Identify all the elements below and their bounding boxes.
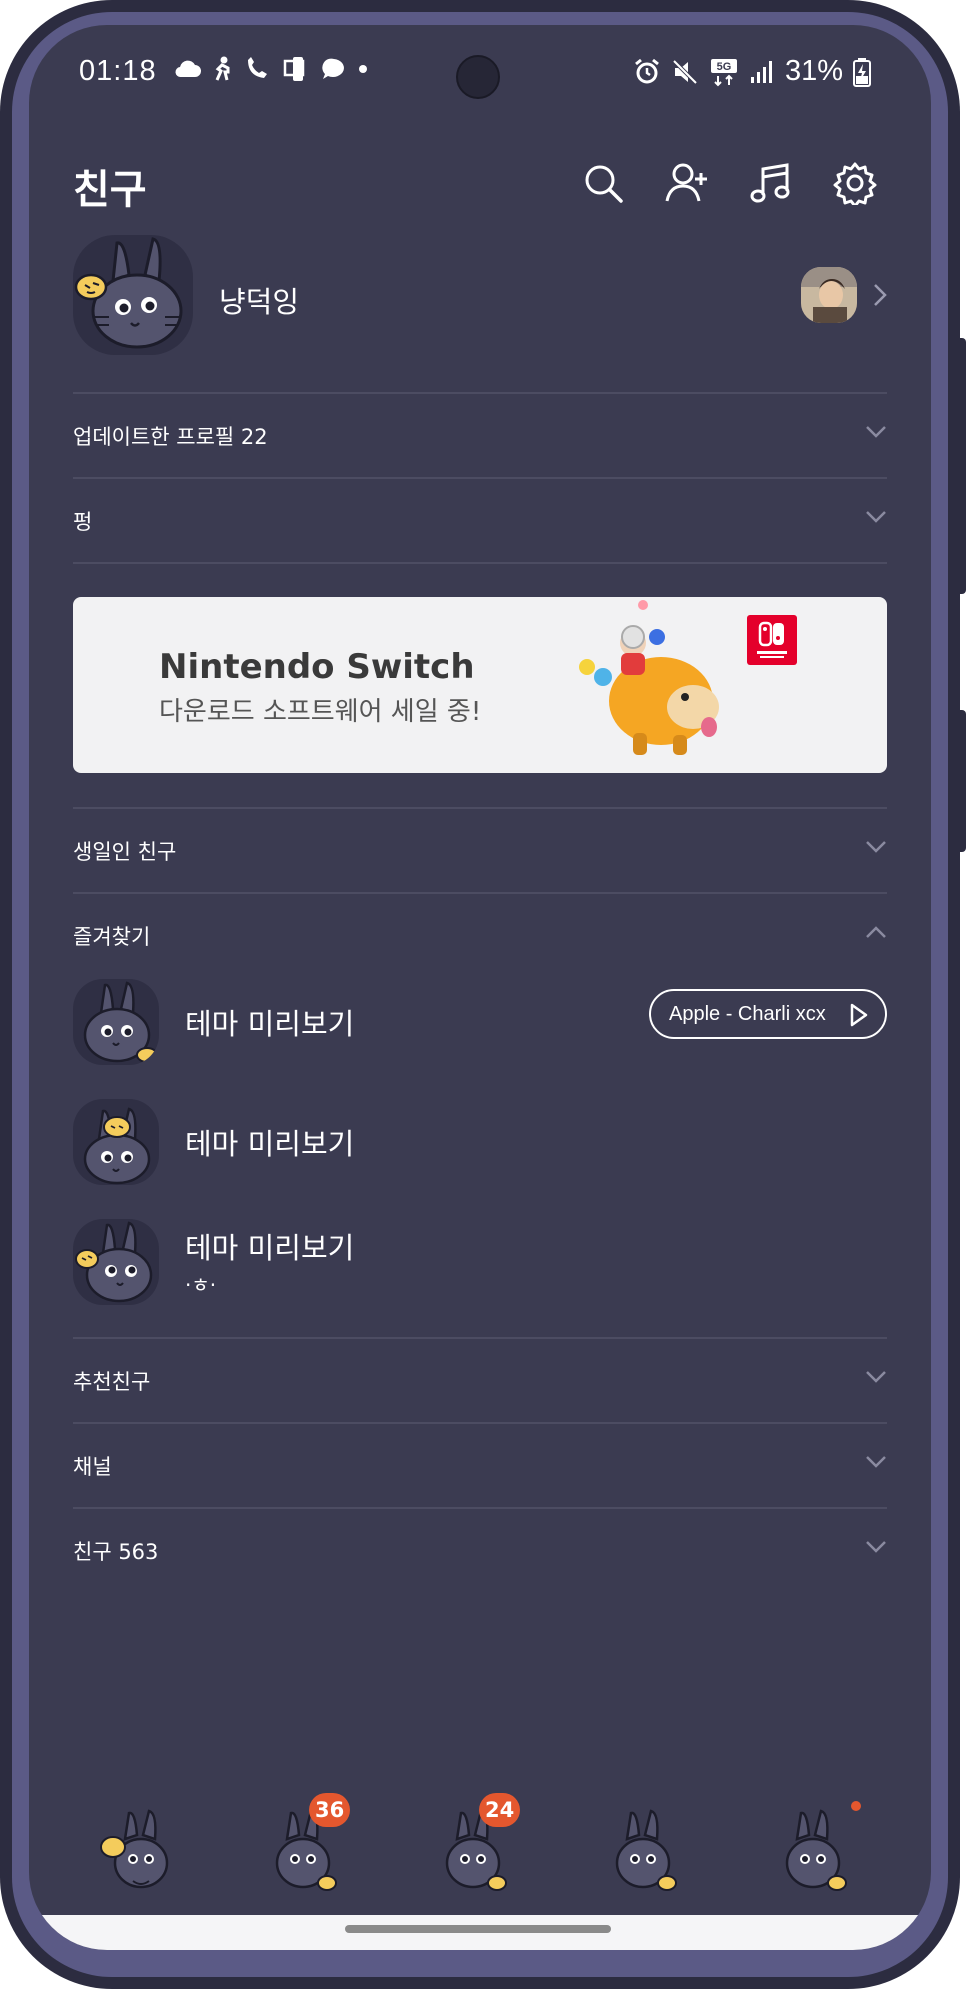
cat-avatar-icon (83, 1107, 151, 1185)
section-label: 즐겨찾기 (73, 925, 151, 949)
tab-shopping[interactable] (605, 1805, 685, 1905)
list-item[interactable]: 테마 미리보기 (73, 1099, 887, 1199)
status-time: 01:18 (79, 55, 157, 87)
chevron-down-icon (866, 511, 886, 523)
list-item[interactable]: 테마 미리보기 Apple - Charli xcx (73, 979, 887, 1079)
avatar[interactable] (73, 979, 159, 1065)
new-dot-indicator (851, 1801, 861, 1811)
tab-chats[interactable]: 36 (265, 1793, 351, 1905)
shopping-tab-icon (615, 1809, 677, 1891)
chevron-down-icon (866, 426, 886, 438)
avatar[interactable] (73, 235, 193, 355)
friend-name: 테마 미리보기 (185, 1231, 355, 1265)
screen: 01:18 5G 31% 친구 냥덕잉 업데이트한 프로필 22 펑 Ninte… (29, 25, 931, 1950)
alarm-icon (635, 58, 659, 83)
friend-name: 테마 미리보기 (185, 1007, 355, 1041)
chevron-down-icon (866, 841, 886, 853)
cloud-sync-icon (175, 60, 201, 78)
profile-music-thumbnail[interactable] (801, 267, 857, 323)
cat-avatar-icon (75, 1221, 153, 1303)
tab-openchat[interactable]: 24 (435, 1793, 521, 1905)
play-icon (850, 1003, 868, 1027)
phone-link-icon (283, 57, 305, 81)
battery-percent: 31% (784, 55, 843, 87)
call-app-icon (248, 57, 267, 78)
chevron-down-icon (866, 1371, 886, 1383)
my-profile[interactable]: 냥덕잉 (73, 235, 887, 365)
game-character-art (579, 600, 719, 755)
front-camera (456, 55, 500, 99)
volume-button (956, 338, 966, 594)
chat-bubble-icon (322, 58, 344, 79)
battery-charging-icon (853, 57, 871, 87)
my-name: 냥덕잉 (219, 285, 300, 319)
chevron-right-icon (874, 284, 887, 306)
profile-music-button[interactable]: Apple - Charli xcx (649, 989, 887, 1039)
friend-status: ·ㅎ· (185, 1273, 217, 1297)
notification-icons (174, 55, 368, 83)
5g-icon: 5G (710, 58, 737, 86)
mute-icon (672, 59, 698, 84)
chevron-down-icon (866, 1541, 886, 1553)
tab-friends[interactable] (95, 1805, 175, 1905)
cat-avatar-icon (74, 237, 183, 349)
section-recommended[interactable]: 추천친구 (73, 1338, 887, 1422)
list-item[interactable]: 테마 미리보기 ·ㅎ· (73, 1219, 887, 1319)
more-tab-icon (785, 1809, 847, 1891)
search-icon[interactable] (581, 161, 625, 205)
switch-logo-icon (757, 621, 787, 658)
banner-title: Nintendo Switch (159, 647, 475, 687)
unread-badge: 24 (479, 1793, 521, 1827)
friend-name: 테마 미리보기 (185, 1127, 355, 1161)
avatar[interactable] (73, 1219, 159, 1305)
album-art-icon (801, 267, 857, 323)
add-friend-icon[interactable] (665, 161, 709, 205)
cat-avatar-icon (83, 981, 158, 1063)
app-header: 친구 (29, 135, 931, 225)
section-label: 펑 (73, 510, 93, 534)
bottom-tab-bar: 36 24 (29, 1793, 931, 1915)
avatar[interactable] (73, 1099, 159, 1185)
section-updated-profiles[interactable]: 업데이트한 프로필 22 (73, 393, 887, 477)
section-label: 생일인 친구 (73, 840, 177, 864)
section-label: 업데이트한 프로필 22 (73, 425, 268, 449)
signal-icon (750, 60, 772, 83)
music-icon[interactable] (749, 161, 793, 205)
svg-text:5G: 5G (717, 61, 732, 73)
page-title: 친구 (73, 167, 147, 213)
system-icons: 5G 31% (633, 55, 871, 88)
person-run-icon (215, 56, 230, 81)
home-indicator[interactable] (345, 1925, 611, 1933)
nintendo-switch-logo (747, 615, 797, 665)
ad-banner[interactable]: Nintendo Switch 다운로드 소프트웨어 세일 중! (73, 597, 887, 773)
section-favorites[interactable]: 즐겨찾기 (73, 893, 887, 977)
unread-badge: 36 (309, 1793, 351, 1827)
power-button (956, 710, 966, 852)
more-dot-icon (359, 65, 367, 73)
settings-icon[interactable] (833, 161, 877, 205)
chevron-down-icon (866, 1456, 886, 1468)
section-friends[interactable]: 친구 563 (73, 1508, 887, 1592)
banner-subtitle: 다운로드 소프트웨어 세일 중! (159, 697, 482, 727)
section-label: 친구 563 (73, 1540, 159, 1564)
section-channels[interactable]: 채널 (73, 1423, 887, 1507)
section-label: 채널 (73, 1455, 112, 1479)
section-pyeong[interactable]: 펑 (73, 478, 887, 562)
divider (73, 562, 887, 564)
status-bar: 01:18 5G 31% (29, 25, 931, 125)
section-label: 추천친구 (73, 1370, 151, 1394)
music-title: Apple - Charli xcx (669, 1002, 826, 1025)
friends-tab-icon (100, 1809, 169, 1889)
chevron-up-icon (866, 926, 886, 938)
section-birthday[interactable]: 생일인 친구 (73, 808, 887, 892)
tab-more[interactable] (775, 1801, 861, 1905)
